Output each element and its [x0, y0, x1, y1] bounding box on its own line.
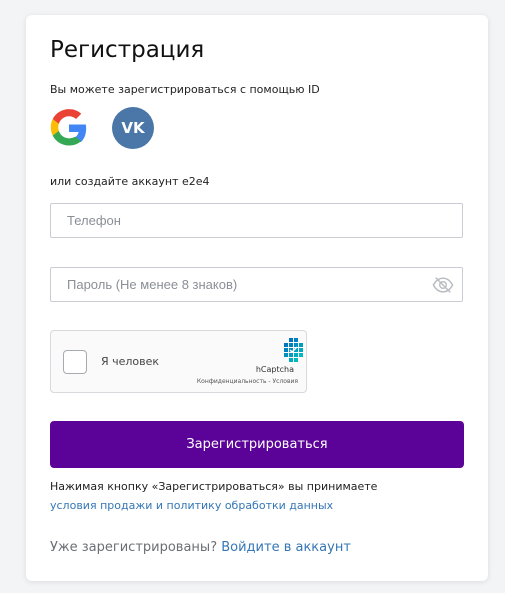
- hcaptcha-widget: Я человек hCaptcha Конфиденциальность - …: [50, 330, 307, 393]
- social-login-prompt: Вы можете зарегистрироваться с помощью I…: [50, 83, 320, 96]
- already-registered: Уже зарегистрированы? Войдите в аккаунт: [50, 540, 351, 555]
- google-login-button[interactable]: [48, 107, 90, 149]
- captcha-checkbox[interactable]: [63, 350, 87, 374]
- google-icon: [50, 109, 87, 146]
- terms-link[interactable]: условия продажи и политику обработки дан…: [50, 499, 333, 512]
- vk-icon: VK: [121, 119, 145, 137]
- registration-card: Регистрация Вы можете зарегистрироваться…: [26, 15, 488, 581]
- hcaptcha-logo-icon: [284, 338, 303, 362]
- register-button[interactable]: Зарегистрироваться: [50, 421, 464, 468]
- captcha-brand: hCaptcha: [255, 365, 294, 374]
- vk-login-button[interactable]: VK: [112, 107, 154, 149]
- captcha-privacy-links[interactable]: Конфиденциальность - Условия: [197, 378, 298, 385]
- already-registered-text: Уже зарегистрированы?: [50, 540, 218, 555]
- terms-notice: Нажимая кнопку «Зарегистрироваться» вы п…: [50, 480, 378, 493]
- password-input[interactable]: [51, 268, 462, 301]
- captcha-label: Я человек: [101, 355, 160, 368]
- create-account-prompt: или создайте аккаунт e2e4: [50, 175, 210, 188]
- page-title: Регистрация: [50, 37, 205, 63]
- password-field: [50, 267, 463, 302]
- phone-input[interactable]: [51, 204, 462, 237]
- eye-hidden-icon[interactable]: [432, 276, 454, 294]
- phone-field: [50, 203, 463, 238]
- login-link[interactable]: Войдите в аккаунт: [221, 540, 351, 555]
